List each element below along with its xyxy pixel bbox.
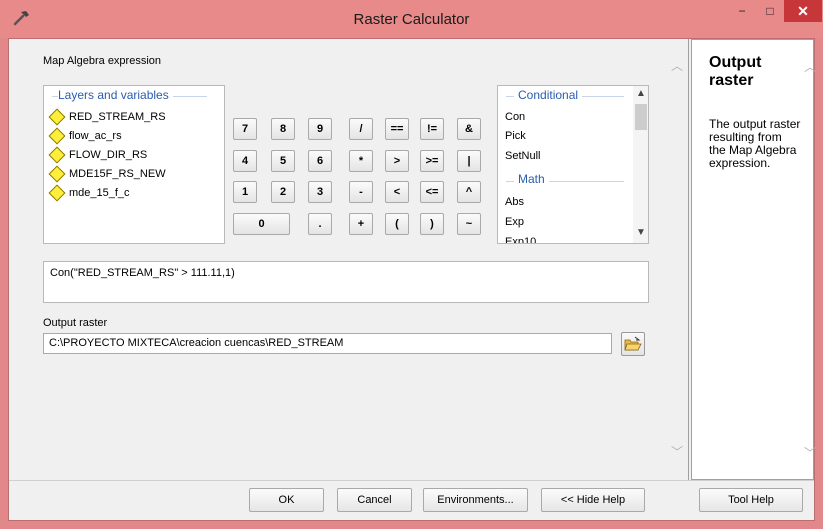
open-folder-icon (624, 336, 642, 351)
dialog-frame: Map Algebra expression Layers and variab… (8, 38, 816, 521)
maximize-button[interactable]: □ (756, 0, 784, 22)
tools-scrollbar[interactable]: ▲ ▼ (633, 86, 648, 243)
scroll-down-icon[interactable]: ▼ (636, 227, 646, 238)
tool-item-pick[interactable]: Pick (505, 130, 526, 142)
calc-button-1[interactable]: 1 (233, 181, 257, 203)
parameters-pane: Map Algebra expression Layers and variab… (9, 39, 689, 480)
calc-button-decimal[interactable]: . (308, 213, 332, 235)
tool-item-setnull[interactable]: SetNull (505, 150, 540, 162)
minimize-button[interactable]: − (728, 0, 756, 22)
calc-button-greater-equal[interactable]: >= (420, 150, 444, 172)
layer-label: mde_15_f_c (69, 187, 130, 199)
diamond-layer-icon (48, 184, 66, 202)
calc-button-plus[interactable]: + (349, 213, 373, 235)
layer-label: flow_ac_rs (69, 130, 122, 142)
diamond-layer-icon (48, 108, 66, 126)
calc-button-not-equal[interactable]: != (420, 118, 444, 140)
calc-button-xor[interactable]: ^ (457, 181, 481, 203)
output-raster-input[interactable]: C:\PROYECTO MIXTECA\creacion cuencas\RED… (43, 333, 612, 354)
help-title: Output raster (709, 54, 762, 89)
tool-item-exp[interactable]: Exp (505, 216, 524, 228)
expression-input[interactable]: Con("RED_STREAM_RS" > 111.11,1) (43, 261, 649, 303)
calc-button-multiply[interactable]: * (349, 150, 373, 172)
calc-button-close-paren[interactable]: ) (420, 213, 444, 235)
layers-group-title: Layers and variables (58, 88, 173, 102)
scroll-down-icon[interactable]: ﹀ (671, 443, 683, 460)
dialog-buttons: OK Cancel Environments... << Hide Help T… (9, 480, 814, 520)
help-text: The output raster resulting from the Map… (709, 117, 801, 170)
hide-help-button[interactable]: << Hide Help (541, 488, 645, 512)
layer-label: MDE15F_RS_NEW (69, 168, 166, 180)
conditional-group-title: Conditional (514, 88, 583, 102)
calc-button-8[interactable]: 8 (271, 118, 295, 140)
title-bar: Raster Calculator − □ ✕ (0, 0, 823, 38)
browse-button[interactable] (621, 332, 645, 356)
close-button[interactable]: ✕ (784, 0, 822, 22)
tool-item-con[interactable]: Con (505, 111, 525, 123)
scroll-up-icon[interactable]: ︿ (804, 58, 816, 75)
tool-item-abs[interactable]: Abs (505, 196, 524, 208)
scroll-up-icon[interactable]: ︿ (671, 57, 683, 74)
calc-button-0[interactable]: 0 (233, 213, 290, 235)
calc-button-9[interactable]: 9 (308, 118, 332, 140)
tools-list[interactable]: Conditional Con Pick SetNull Math Abs Ex… (497, 85, 649, 244)
calc-button-greater[interactable]: > (385, 150, 409, 172)
calc-button-equal[interactable]: == (385, 118, 409, 140)
tool-item-exp10[interactable]: Exp10 (505, 236, 536, 243)
map-algebra-label: Map Algebra expression (43, 55, 162, 67)
scroll-thumb[interactable] (635, 104, 647, 130)
help-pane: Output raster The output raster resultin… (691, 39, 816, 480)
calc-button-and[interactable]: & (457, 118, 481, 140)
cancel-button[interactable]: Cancel (337, 488, 412, 512)
math-group-title: Math (514, 172, 549, 186)
calc-button-3[interactable]: 3 (308, 181, 332, 203)
output-raster-label: Output raster (43, 317, 108, 329)
environments-button[interactable]: Environments... (423, 488, 528, 512)
diamond-layer-icon (48, 146, 66, 164)
layer-label: FLOW_DIR_RS (69, 149, 148, 161)
calc-button-divide[interactable]: / (349, 118, 373, 140)
calc-button-5[interactable]: 5 (271, 150, 295, 172)
scroll-up-icon[interactable]: ▲ (636, 88, 646, 99)
calc-button-4[interactable]: 4 (233, 150, 257, 172)
calc-button-7[interactable]: 7 (233, 118, 257, 140)
scroll-down-icon[interactable]: ﹀ (804, 444, 816, 461)
layer-item[interactable]: FLOW_DIR_RS (47, 146, 147, 164)
calc-button-6[interactable]: 6 (308, 150, 332, 172)
diamond-layer-icon (48, 127, 66, 145)
calc-button-or[interactable]: | (457, 150, 481, 172)
calc-button-open-paren[interactable]: ( (385, 213, 409, 235)
layers-list[interactable]: Layers and variables RED_STREAM_RS flow_… (43, 85, 225, 244)
layer-item[interactable]: RED_STREAM_RS (47, 108, 166, 126)
calc-button-2[interactable]: 2 (271, 181, 295, 203)
ok-button[interactable]: OK (249, 488, 324, 512)
calc-button-minus[interactable]: - (349, 181, 373, 203)
diamond-layer-icon (48, 165, 66, 183)
layer-item[interactable]: flow_ac_rs (47, 127, 122, 145)
layer-item[interactable]: MDE15F_RS_NEW (47, 165, 166, 183)
calc-button-not[interactable]: ~ (457, 213, 481, 235)
calc-button-less-equal[interactable]: <= (420, 181, 444, 203)
parameters-scrollbar[interactable]: ︿ ﹀ (665, 39, 689, 480)
tool-help-button[interactable]: Tool Help (699, 488, 803, 512)
layer-label: RED_STREAM_RS (69, 111, 166, 123)
window-title: Raster Calculator (353, 11, 470, 28)
calc-button-less[interactable]: < (385, 181, 409, 203)
layer-item[interactable]: mde_15_f_c (47, 184, 130, 202)
